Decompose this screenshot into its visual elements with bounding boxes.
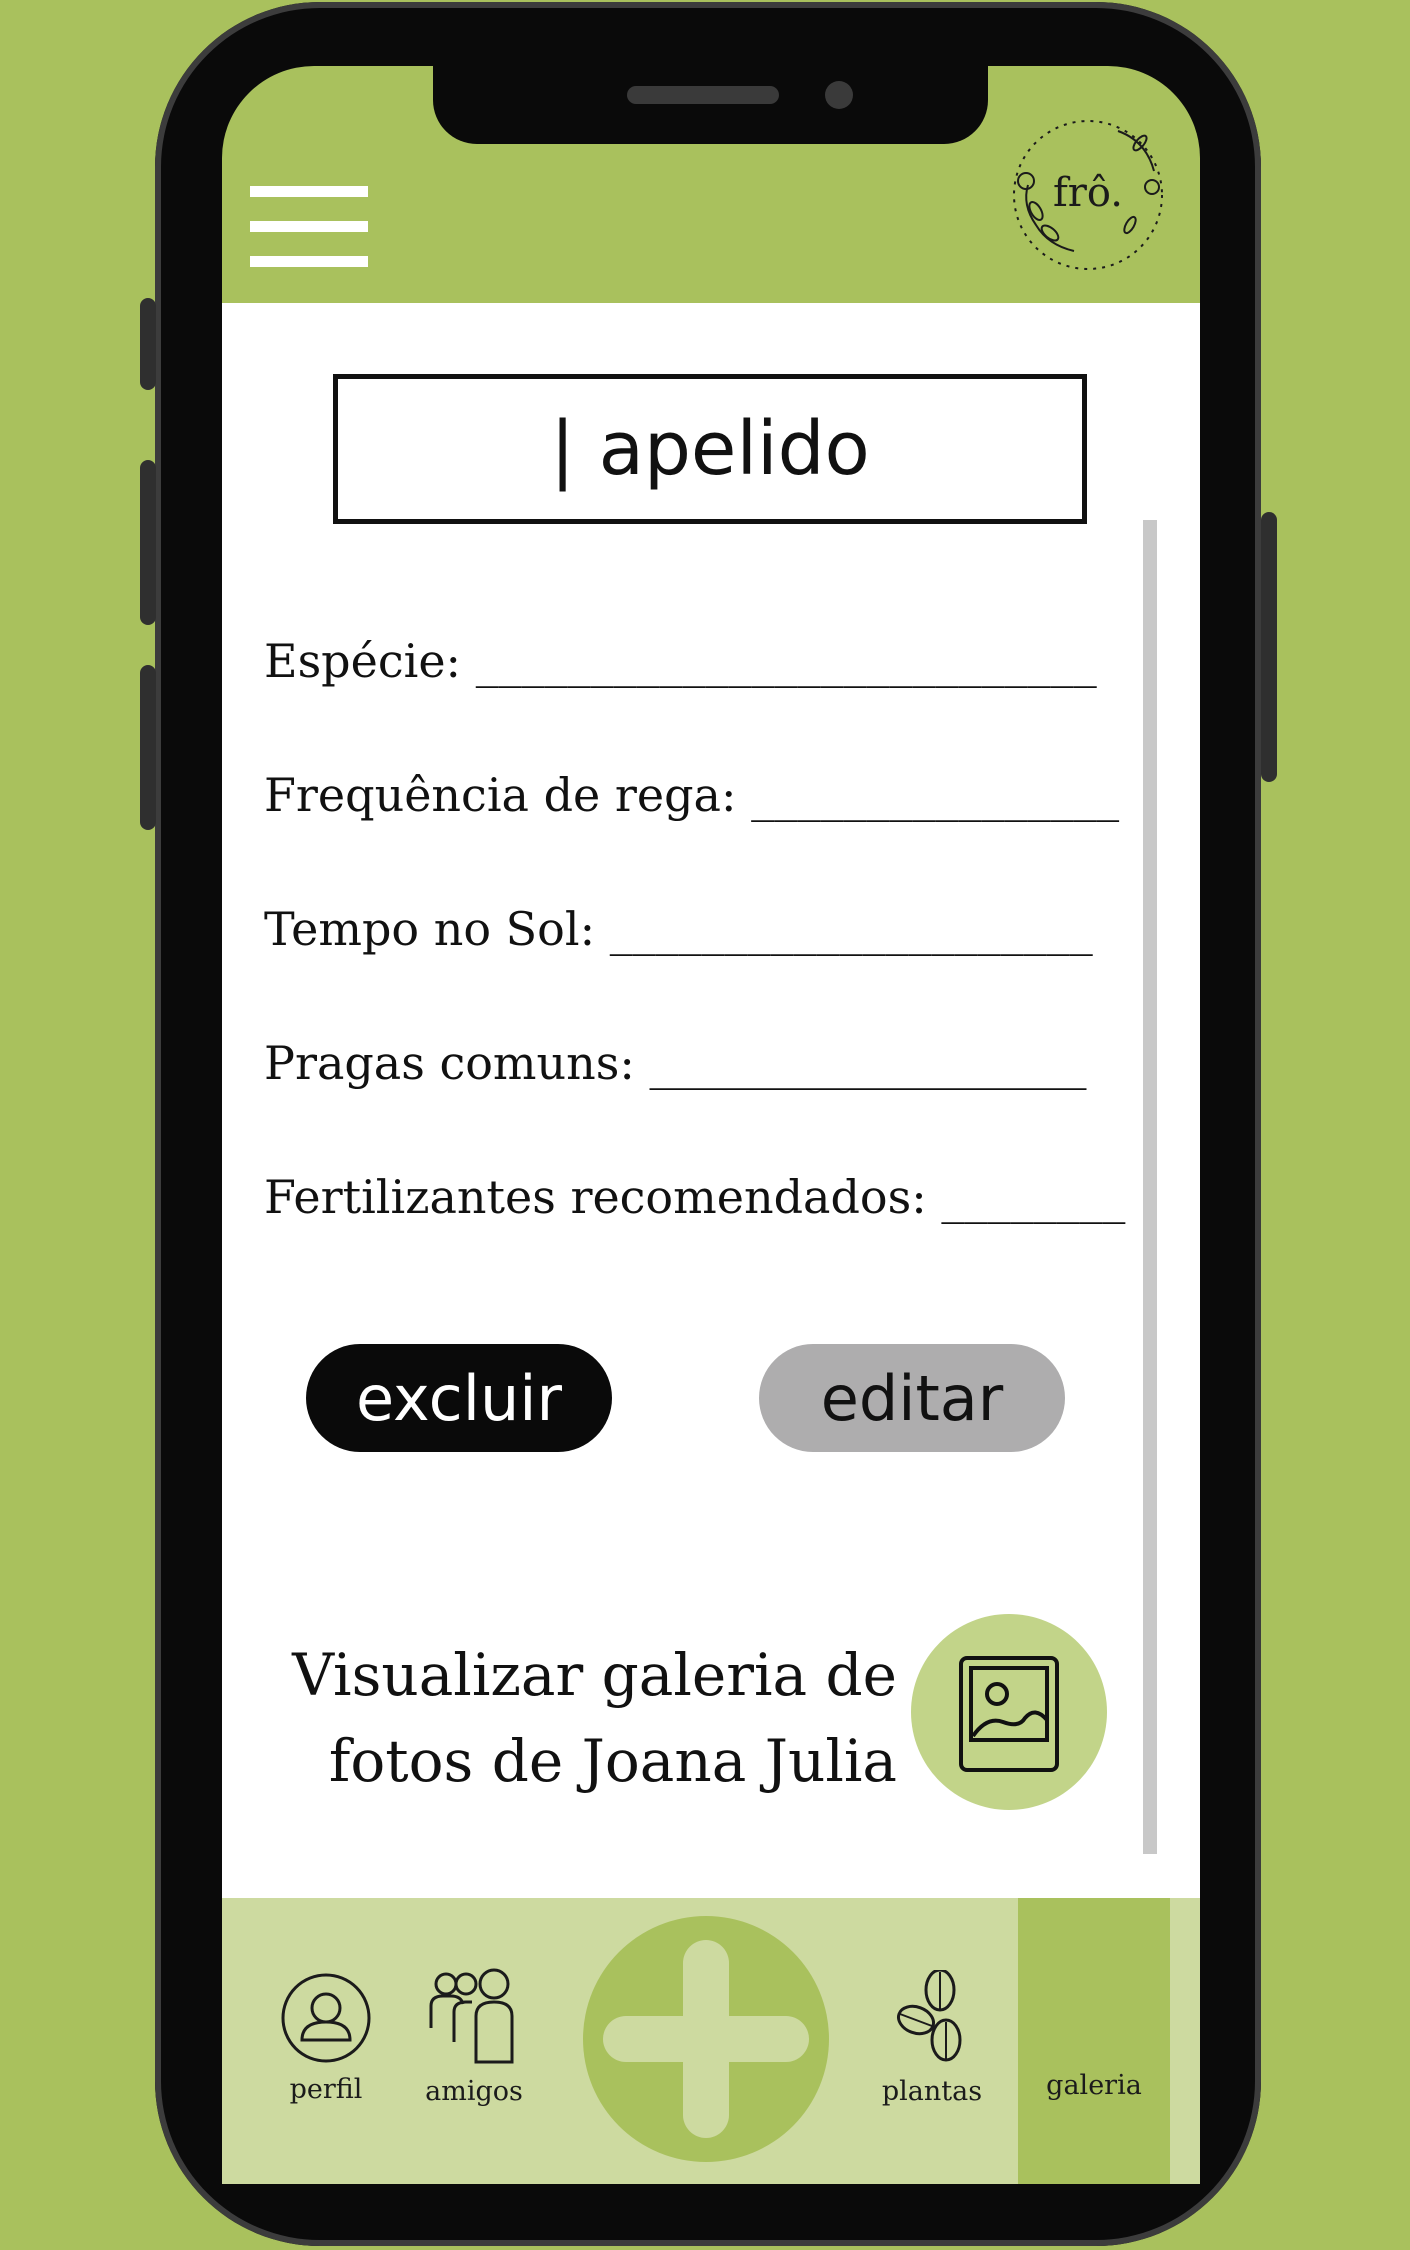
logo: frô. bbox=[1008, 115, 1168, 275]
volume-down-button bbox=[140, 665, 156, 830]
power-button bbox=[1261, 512, 1277, 782]
volume-up-button bbox=[140, 460, 156, 625]
field-label: Fertilizantes recomendados: bbox=[264, 1170, 927, 1224]
leaves-icon bbox=[897, 1968, 962, 2062]
scrollbar[interactable] bbox=[1143, 520, 1157, 1854]
field-blank[interactable]: ________ bbox=[941, 1170, 1125, 1224]
hamburger-menu-icon[interactable] bbox=[250, 186, 368, 270]
view-gallery-link[interactable]: Visualizar galeria de fotos de Joana Jul… bbox=[262, 1632, 897, 1804]
mute-switch bbox=[140, 298, 156, 390]
nav-item-friends[interactable]: amigos bbox=[425, 1968, 523, 2107]
field-label: Frequência de rega: bbox=[264, 768, 737, 822]
field-label: Espécie: bbox=[264, 634, 462, 688]
field-blank[interactable]: _____________________ bbox=[610, 902, 1093, 956]
field-blank[interactable]: ________________ bbox=[751, 768, 1119, 822]
field-common-pests: Pragas comuns: ___________________ bbox=[264, 1036, 1087, 1090]
field-blank[interactable]: ___________________________ bbox=[476, 634, 1097, 688]
nav-item-profile[interactable]: perfil bbox=[278, 1970, 374, 2105]
logo-text: frô. bbox=[1052, 170, 1124, 216]
edit-button[interactable]: editar bbox=[759, 1344, 1065, 1452]
add-plant-button[interactable] bbox=[583, 1916, 829, 2162]
nav-item-gallery[interactable]: galeria bbox=[1030, 2060, 1158, 2110]
nickname-input[interactable]: | apelido bbox=[333, 374, 1087, 524]
nav-label-profile: perfil bbox=[289, 2074, 363, 2105]
field-watering-frequency: Frequência de rega: ________________ bbox=[264, 768, 1119, 822]
field-species: Espécie: ___________________________ bbox=[264, 634, 1097, 688]
nav-label-plants: plantas bbox=[881, 2076, 983, 2107]
friends-icon bbox=[429, 1968, 514, 2064]
delete-button[interactable]: excluir bbox=[306, 1344, 612, 1452]
nickname-placeholder: | apelido bbox=[550, 406, 870, 492]
front-camera bbox=[825, 81, 853, 109]
field-blank[interactable]: ___________________ bbox=[650, 1036, 1087, 1090]
gallery-text-line2: fotos de Joana Julia bbox=[328, 1727, 897, 1795]
profile-icon bbox=[281, 1973, 371, 2063]
nav-active-highlight bbox=[1018, 1898, 1170, 2184]
field-sun-time: Tempo no Sol: _____________________ bbox=[264, 902, 1093, 956]
notch bbox=[433, 66, 988, 144]
field-fertilizers: Fertilizantes recomendados: ________ bbox=[264, 1170, 1125, 1224]
gallery-button[interactable] bbox=[911, 1614, 1107, 1810]
gallery-text-line1: Visualizar galeria de bbox=[292, 1641, 897, 1709]
plus-icon-bar bbox=[603, 2016, 809, 2062]
speaker bbox=[627, 86, 779, 104]
nav-label-gallery: galeria bbox=[1046, 2070, 1142, 2101]
nav-item-plants[interactable]: plantas bbox=[878, 1968, 986, 2107]
field-label: Pragas comuns: bbox=[264, 1036, 635, 1090]
photo-icon bbox=[959, 1656, 1059, 1772]
nav-label-friends: amigos bbox=[425, 2076, 523, 2107]
field-label: Tempo no Sol: bbox=[264, 902, 596, 956]
